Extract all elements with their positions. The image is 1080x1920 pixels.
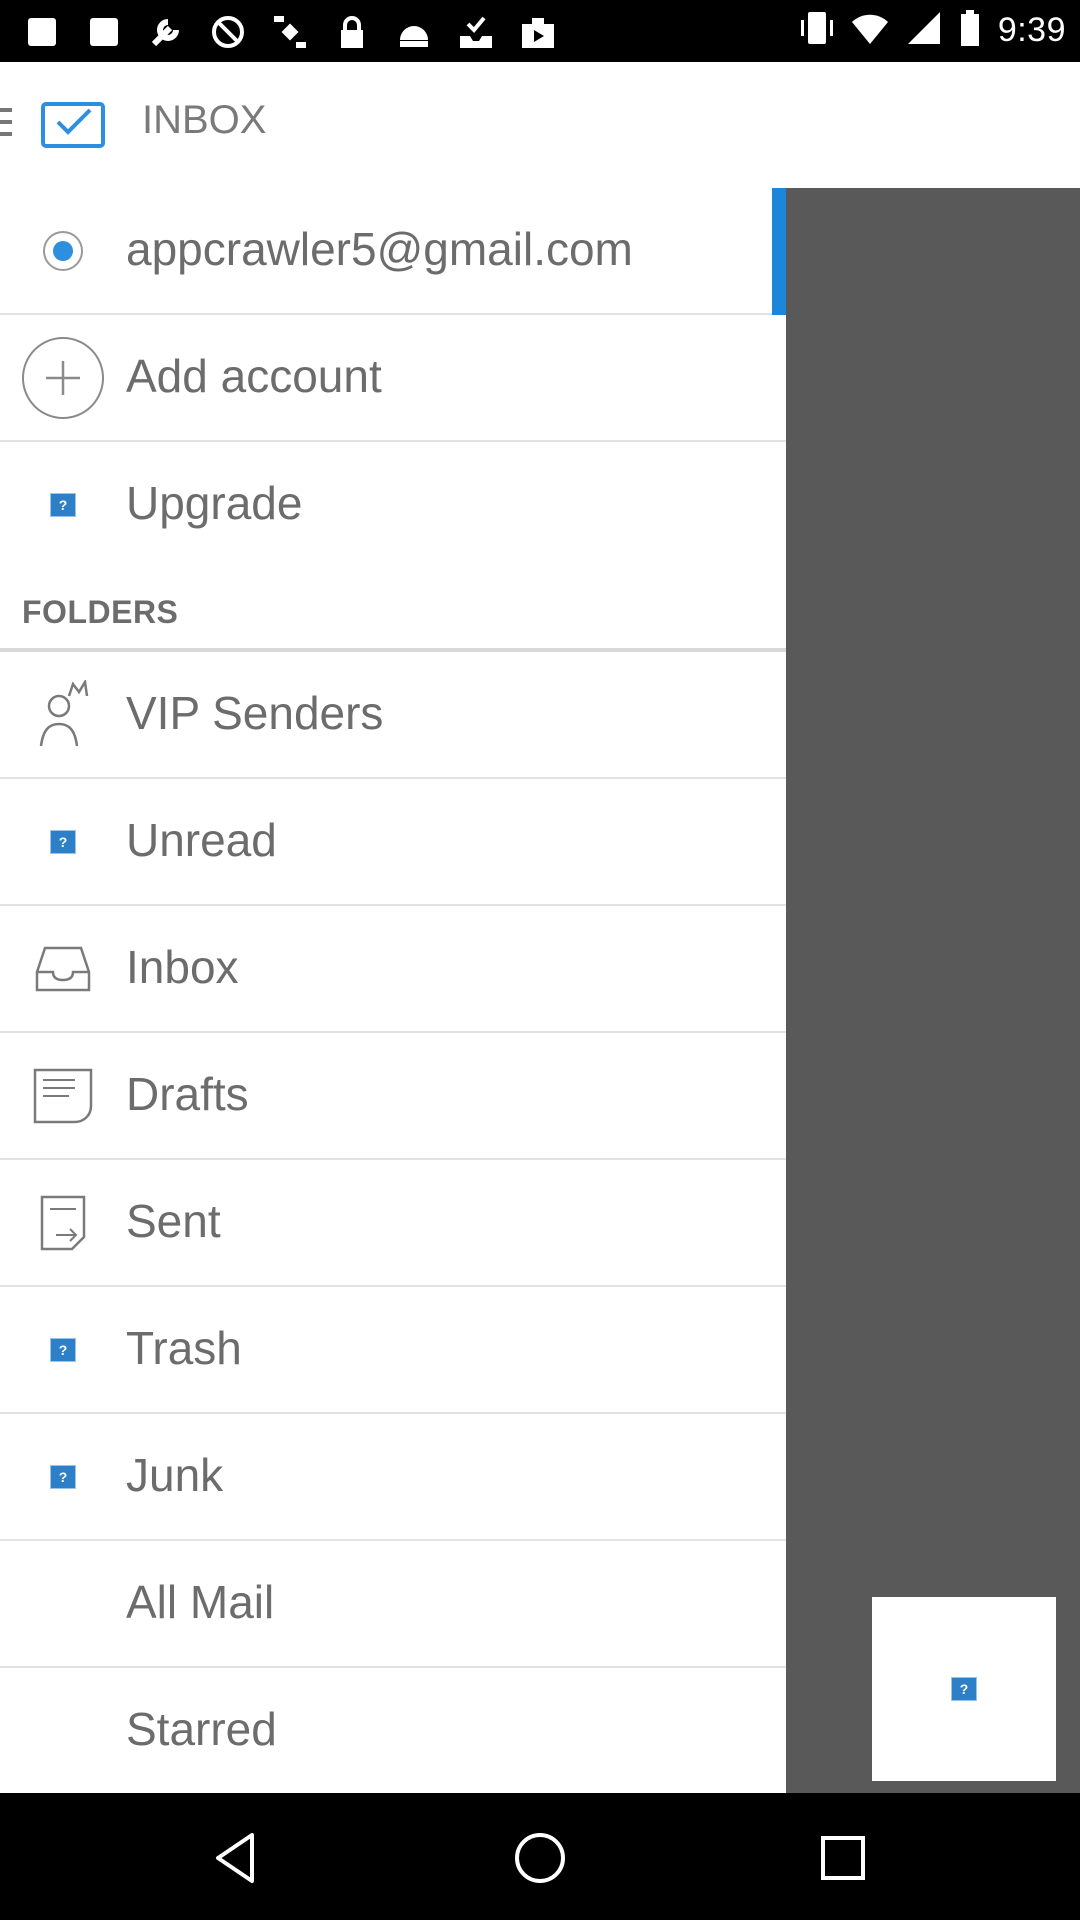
- inbox-check-icon: [456, 12, 496, 52]
- floating-action-card[interactable]: ?: [872, 1597, 1056, 1781]
- android-icon: [394, 12, 434, 52]
- app-bar: INBOX: [0, 62, 1080, 190]
- vip-user-icon: [20, 672, 106, 758]
- app-title: INBOX: [142, 98, 267, 142]
- navigation-drawer: appcrawler5@gmail.com Add account ? Upgr…: [0, 188, 786, 1793]
- folder-label: Junk: [126, 1449, 224, 1501]
- folder-item-drafts[interactable]: Drafts: [0, 1033, 786, 1160]
- upgrade-row[interactable]: ? Upgrade: [0, 442, 786, 569]
- folder-label: VIP Senders: [126, 687, 384, 739]
- system-nav-bar: [0, 1793, 1080, 1920]
- folder-item-all-mail[interactable]: All Mail: [0, 1541, 786, 1668]
- lock-icon: [332, 12, 372, 52]
- folder-item-vip-senders[interactable]: VIP Senders: [0, 652, 786, 779]
- block-icon: [208, 12, 248, 52]
- folder-label: Unread: [126, 814, 277, 866]
- folders-header: FOLDERS: [0, 590, 786, 652]
- play-icon: [518, 12, 558, 52]
- menu-icon[interactable]: [0, 108, 12, 142]
- sent-icon: [20, 1180, 106, 1266]
- image-icon: [22, 12, 62, 52]
- drawer-scrim[interactable]: [786, 188, 1080, 1793]
- notification-icons: [22, 12, 558, 52]
- folder-label: Drafts: [126, 1068, 249, 1120]
- image-icon: [84, 12, 124, 52]
- broken-image-icon: ?: [20, 462, 106, 548]
- plus-circle-icon: [20, 335, 106, 421]
- account-row[interactable]: appcrawler5@gmail.com: [0, 188, 786, 315]
- account-email: appcrawler5@gmail.com: [126, 223, 633, 275]
- folder-item-junk[interactable]: ? Junk: [0, 1414, 786, 1541]
- status-bar: 9:39: [0, 0, 1080, 62]
- drafts-icon: [20, 1053, 106, 1139]
- folder-label: Inbox: [126, 941, 239, 993]
- folders-header-label: FOLDERS: [22, 594, 179, 630]
- broken-image-icon: ?: [20, 1307, 106, 1393]
- inbox-tray-icon: [20, 926, 106, 1012]
- folder-item-unread[interactable]: ? Unread: [0, 779, 786, 906]
- folder-item-starred[interactable]: Starred: [0, 1668, 786, 1793]
- broken-image-icon: ?: [951, 1677, 977, 1701]
- wifi-icon: [850, 8, 890, 53]
- battery-icon: [958, 8, 982, 53]
- folder-label: Starred: [126, 1703, 277, 1755]
- system-status: 9:39: [800, 8, 1066, 53]
- folder-label: Sent: [126, 1195, 221, 1247]
- active-indicator: [772, 188, 786, 315]
- back-icon[interactable]: [200, 1823, 270, 1893]
- wrench-icon: [146, 12, 186, 52]
- folder-label: Trash: [126, 1322, 242, 1374]
- recents-icon[interactable]: [808, 1823, 878, 1893]
- upgrade-label: Upgrade: [126, 477, 303, 529]
- satellite-icon: [270, 12, 310, 52]
- broken-image-icon: ?: [20, 799, 106, 885]
- vibrate-icon: [800, 8, 834, 53]
- broken-image-icon: ?: [20, 1434, 106, 1520]
- folder-label: All Mail: [126, 1576, 275, 1628]
- folder-item-sent[interactable]: Sent: [0, 1160, 786, 1287]
- home-icon[interactable]: [505, 1823, 575, 1893]
- status-time: 9:39: [997, 11, 1066, 49]
- folder-item-trash[interactable]: ? Trash: [0, 1287, 786, 1414]
- folder-item-inbox[interactable]: Inbox: [0, 906, 786, 1033]
- add-account-row[interactable]: Add account: [0, 315, 786, 442]
- signal-icon: [906, 8, 942, 53]
- radio-selected-icon: [20, 208, 106, 294]
- add-account-label: Add account: [126, 350, 382, 402]
- mail-check-icon: [40, 100, 106, 148]
